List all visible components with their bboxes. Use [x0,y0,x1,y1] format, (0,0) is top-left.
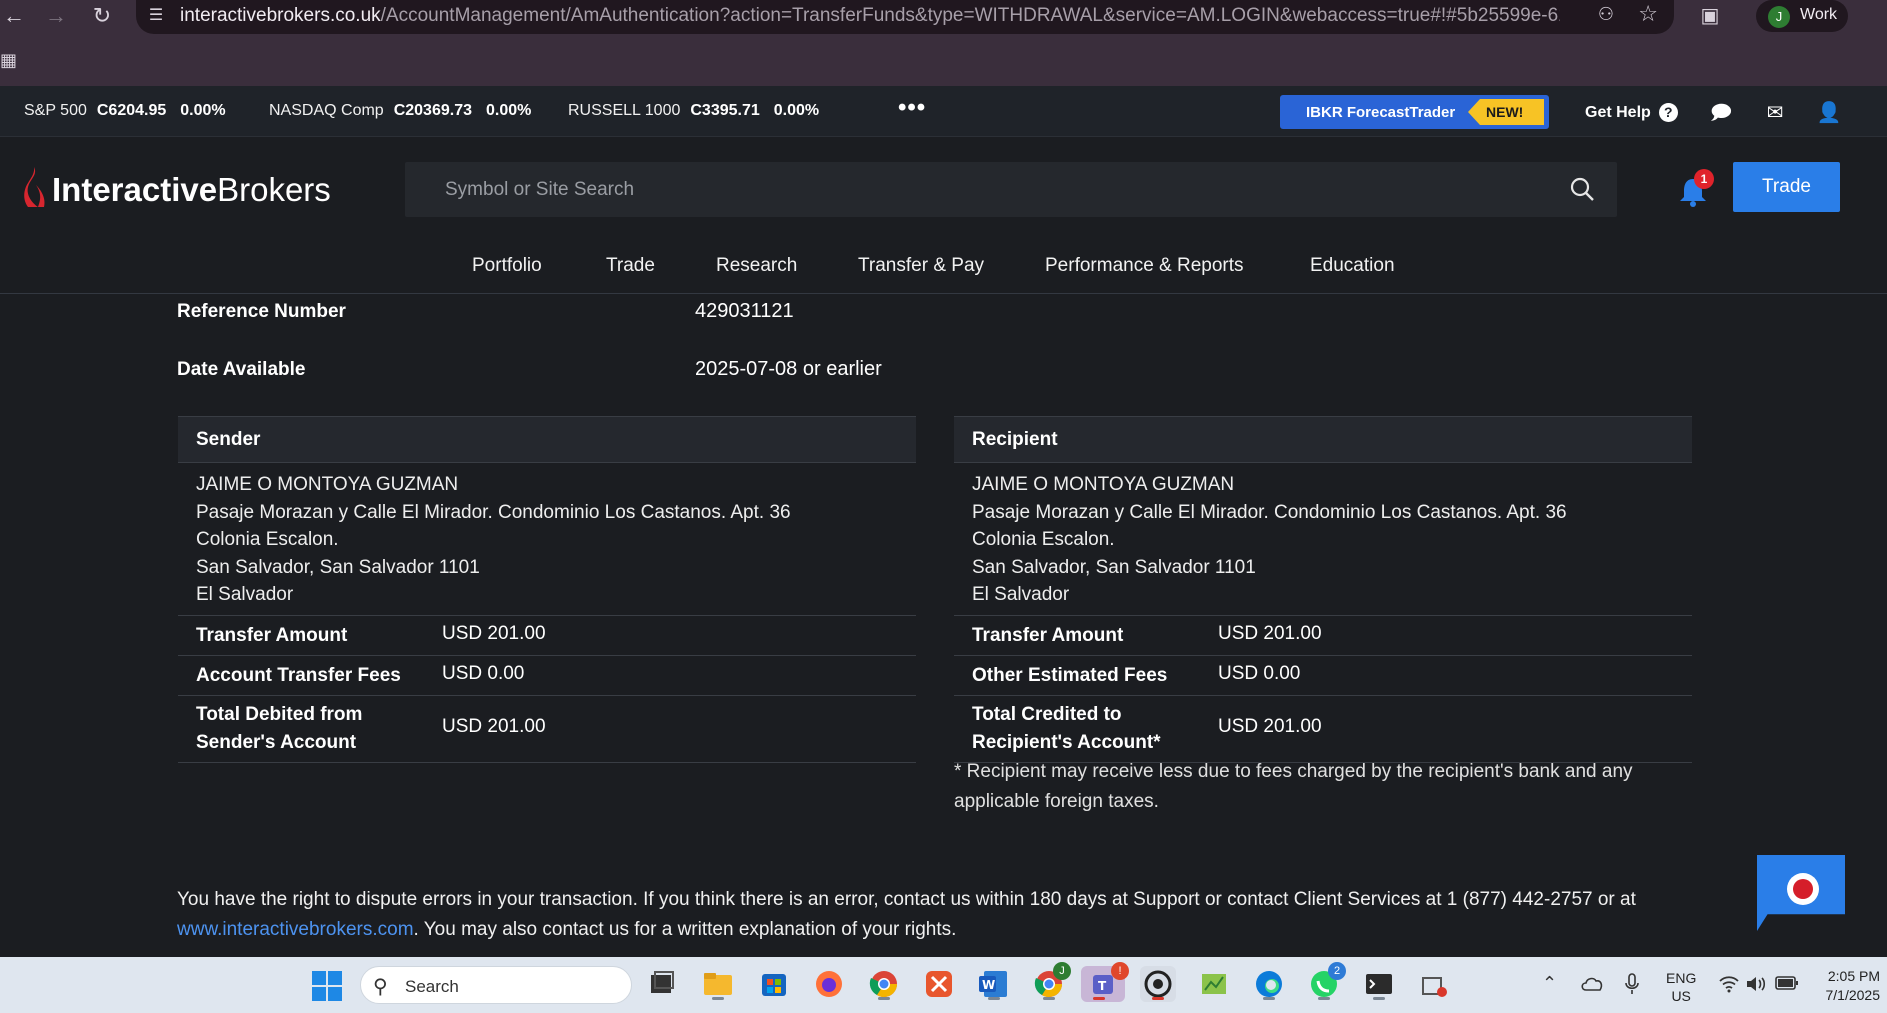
microphone-icon[interactable] [1624,972,1640,996]
ib-logo[interactable]: InteractiveBrokers [24,167,331,209]
date-available-label: Date Available [177,359,306,380]
battery-icon[interactable] [1775,975,1799,991]
search-icon[interactable] [1569,176,1595,202]
windows-start-icon[interactable] [312,971,342,1001]
recipient-address: JAIME O MONTOYA GUZMAN Pasaje Morazan y … [954,463,1692,616]
ib-website-link[interactable]: www.interactivebrokers.com [177,919,414,940]
show-hidden-icons-chevron-icon[interactable]: ⌃ [1542,973,1557,994]
trade-button[interactable]: Trade [1733,162,1840,212]
password-key-icon[interactable]: ⚇ [1598,4,1614,25]
chrome-profile-icon[interactable]: J [1031,962,1071,1002]
snipping-tool-icon[interactable] [1416,966,1452,1002]
edge-icon[interactable] [1251,966,1287,1002]
task-view-icon[interactable] [644,966,680,1002]
ticker-nasdaq[interactable]: NASDAQ Comp C20369.73 0.00% [269,102,531,120]
back-icon[interactable]: ← [0,2,28,30]
word-icon[interactable]: W [976,966,1012,1002]
site-settings-icon[interactable]: ☰ [144,4,168,28]
transfer-confirmation: Reference Number 429031121 Date Availabl… [0,295,1887,957]
firefox-icon[interactable] [811,966,847,1002]
menu-education[interactable]: Education [1310,255,1395,277]
language-indicator[interactable]: ENG US [1666,969,1696,1005]
question-icon: ? [1658,103,1678,122]
wifi-icon[interactable] [1718,975,1740,993]
user-icon[interactable]: 👤 [1816,100,1842,126]
address-bar[interactable]: ☰ interactivebrokers.co.uk/AccountManage… [136,0,1674,34]
sender-panel: Sender JAIME O MONTOYA GUZMAN Pasaje Mor… [178,416,916,763]
profile-label: Work [1800,6,1838,23]
get-help-link[interactable]: Get Help? [1585,103,1678,122]
chat-bot-icon [1787,873,1819,905]
taskbar-search[interactable]: ⚲ Search [360,966,632,1004]
xmind-icon[interactable] [921,966,957,1002]
reference-number-value: 429031121 [695,300,794,322]
sender-address: JAIME O MONTOYA GUZMAN Pasaje Morazan y … [178,463,916,616]
sender-total-row: Total Debited from Sender's Account USD … [178,696,916,763]
recipient-transfer-amount-row: Transfer Amount USD 201.00 [954,616,1692,656]
file-explorer-icon[interactable] [700,966,736,1002]
whatsapp-icon[interactable]: 2 [1306,962,1346,1002]
recipient-heading: Recipient [954,416,1692,463]
menu-transfer-pay[interactable]: Transfer & Pay [858,255,984,277]
more-dots-icon[interactable]: ••• [898,94,926,122]
svg-text:T: T [1098,979,1107,993]
teams-icon[interactable]: T! [1081,962,1129,1002]
recipient-fees-row: Other Estimated Fees USD 0.00 [954,656,1692,696]
sender-transfer-amount-row: Transfer Amount USD 201.00 [178,616,916,656]
monitor-chart-icon[interactable] [1196,966,1232,1002]
windows-taskbar: ⚲ Search W J T! 2 ⌃ ENG US 2:05 PM 7/1/202… [0,957,1887,1013]
new-badge: NEW! [1468,99,1544,125]
system-clock[interactable]: 2:05 PM 7/1/2025 [1810,967,1881,1005]
site-search-box[interactable] [405,162,1617,217]
microsoft-store-icon[interactable] [756,966,792,1002]
sender-fees-row: Account Transfer Fees USD 0.00 [178,656,916,696]
mail-icon[interactable]: ✉ [1762,100,1788,126]
extensions-icon[interactable]: ▣ [1696,2,1724,30]
menu-research[interactable]: Research [716,255,797,277]
chrome-icon[interactable] [866,966,902,1002]
recipient-total-row: Total Credited to Recipient's Account* U… [954,696,1692,763]
ticker-sp500[interactable]: S&P 500 C6204.95 0.00% [24,102,226,120]
search-input[interactable] [405,162,1617,217]
menu-performance-reports[interactable]: Performance & Reports [1045,255,1244,277]
date-available-value: 2025-07-08 or earlier [695,358,882,380]
browser-chrome: ← → ↻ ☰ interactivebrokers.co.uk/Account… [0,0,1887,86]
reload-icon[interactable]: ↻ [88,2,116,30]
avatar: J [1768,6,1790,28]
recipient-panel: Recipient JAIME O MONTOYA GUZMAN Pasaje … [954,416,1692,763]
profile-button[interactable]: J Work [1756,0,1848,32]
recipient-fee-note: * Recipient may receive less due to fees… [954,761,1633,812]
volume-icon[interactable] [1745,974,1767,994]
dispute-rights-text: You have the right to dispute errors in … [177,889,1636,940]
notification-count-badge: 1 [1694,169,1714,189]
reference-number-label: Reference Number [177,301,346,322]
zoom-circle-icon[interactable] [1140,966,1176,1002]
apps-grid-icon[interactable]: ▦ [0,50,20,70]
main-header: InteractiveBrokers 1 Trade Portfolio Tra… [0,137,1887,294]
menu-portfolio[interactable]: Portfolio [472,255,542,277]
search-icon: ⚲ [373,976,388,998]
chat-icon[interactable]: 🗩 [1708,100,1734,126]
menu-trade[interactable]: Trade [606,255,655,277]
svg-text:W: W [982,978,995,992]
sender-heading: Sender [178,416,916,463]
ticker-russell[interactable]: RUSSELL 1000 C3395.71 0.00% [568,102,819,120]
bookmark-star-icon[interactable]: ☆ [1638,1,1658,27]
notifications-button[interactable]: 1 [1676,169,1714,209]
onedrive-cloud-icon[interactable] [1580,975,1604,991]
url-text: interactivebrokers.co.uk/AccountManageme… [180,5,1560,26]
forward-icon[interactable]: → [42,2,70,30]
flame-logo-icon [24,167,45,207]
forecasttrader-button[interactable]: IBKR ForecastTrader NEW! [1280,95,1549,129]
terminal-icon[interactable] [1361,966,1397,1002]
